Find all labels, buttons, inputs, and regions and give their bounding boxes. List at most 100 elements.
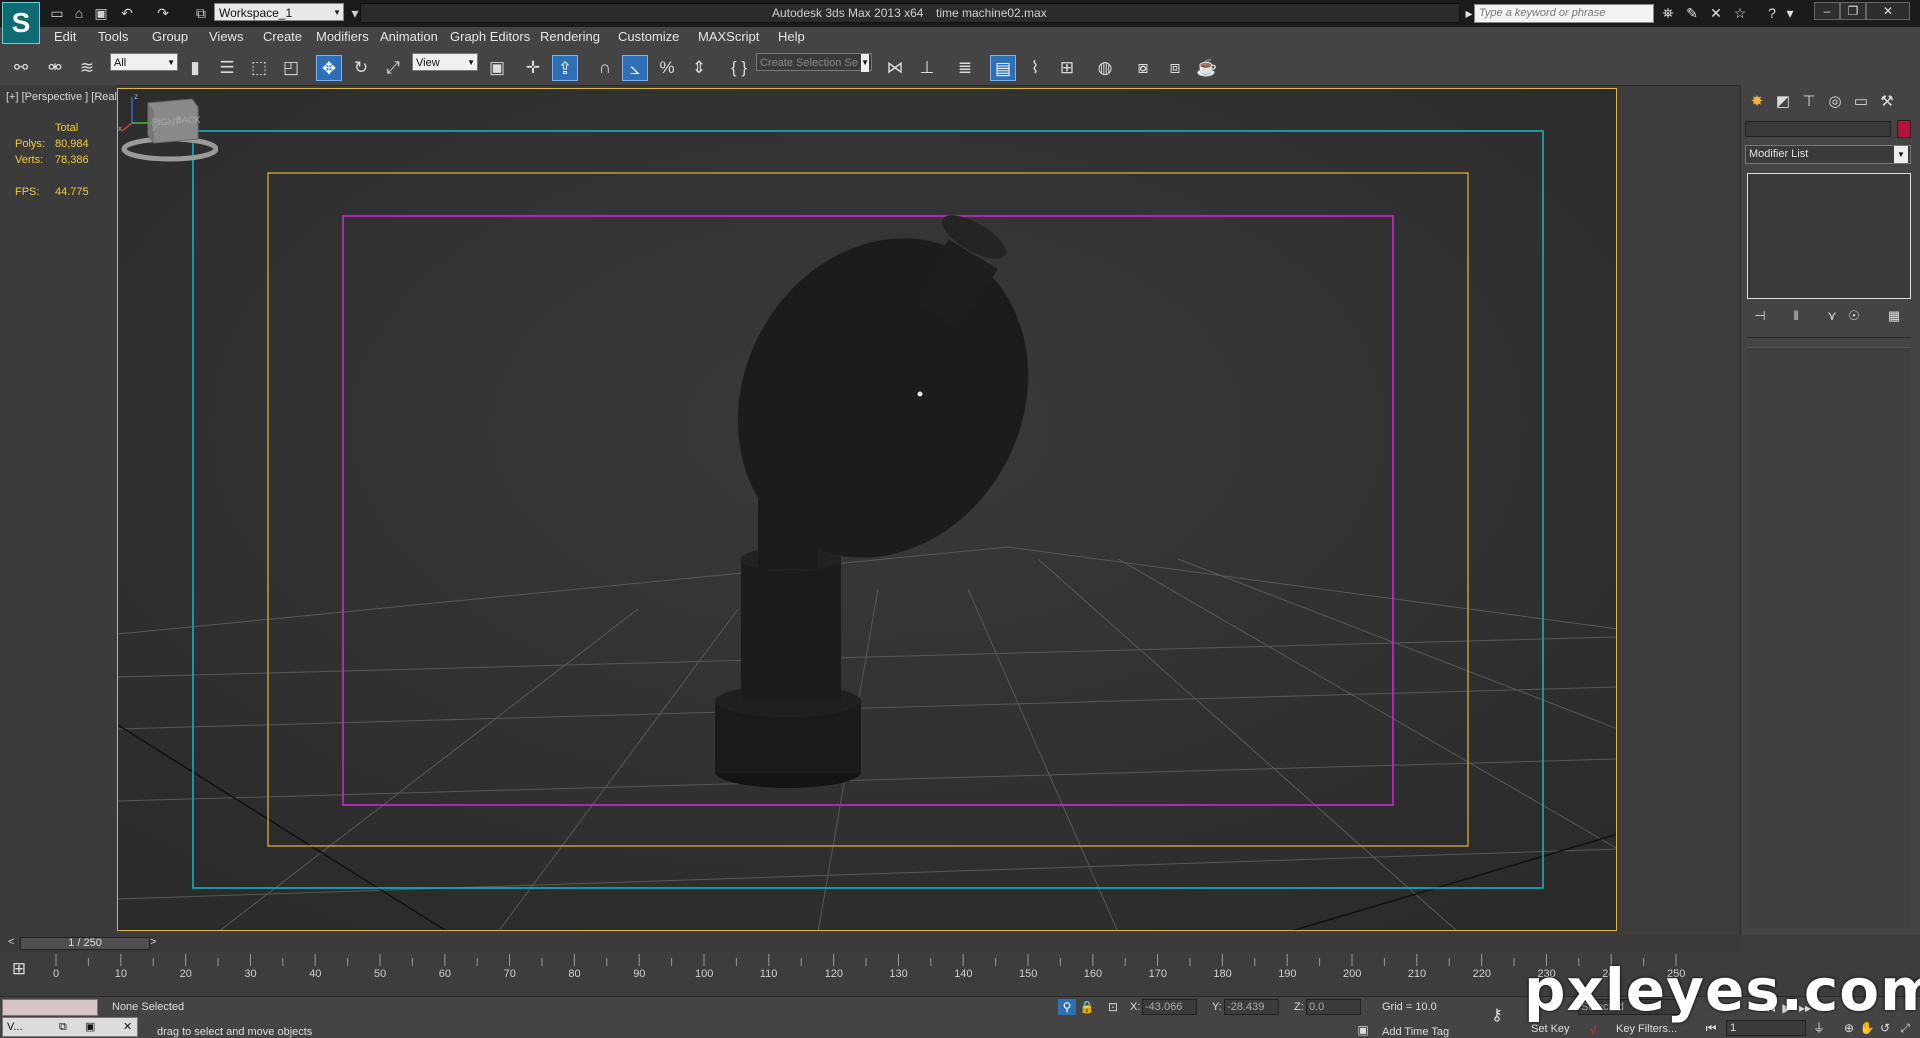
selection-lock-icon[interactable]: 🔒 xyxy=(1078,999,1096,1015)
pin-stack-icon[interactable]: ⊣ xyxy=(1749,307,1771,325)
menu-customize[interactable]: Customize xyxy=(618,29,679,44)
menu-rendering[interactable]: Rendering xyxy=(540,29,600,44)
render-setup-icon[interactable]: ⧇ xyxy=(1130,55,1156,81)
menu-views[interactable]: Views xyxy=(209,29,243,44)
use-pivot-center-icon[interactable]: ▣ xyxy=(484,55,510,81)
maximize-button[interactable]: ❐ xyxy=(1840,2,1866,20)
select-and-rotate-icon[interactable]: ↻ xyxy=(348,55,374,81)
add-time-tag-button[interactable]: Add Time Tag xyxy=(1382,1026,1449,1038)
angle-snap-icon[interactable]: ⦣ xyxy=(622,55,648,81)
bind-space-warp-icon[interactable]: ≋ xyxy=(74,55,100,81)
menu-group[interactable]: Group xyxy=(152,29,188,44)
binoculars-icon[interactable]: ⛯ xyxy=(1658,4,1678,22)
maximize-icon[interactable]: ▣ xyxy=(85,1018,95,1036)
undo-icon[interactable]: ↶ xyxy=(118,4,136,22)
unlink-icon[interactable]: ⚮ xyxy=(42,55,68,81)
workspace-dropdown[interactable]: Workspace_1 ▼ xyxy=(214,3,344,21)
create-tab-icon[interactable]: ✸ xyxy=(1745,91,1769,113)
project-folder-icon[interactable]: ⧉ xyxy=(192,4,210,22)
spinner-snap-icon[interactable]: ⇕ xyxy=(686,55,712,81)
material-editor-icon[interactable]: ◍ xyxy=(1092,55,1118,81)
display-tab-icon[interactable]: ▭ xyxy=(1849,91,1873,113)
time-slider-prev[interactable]: < xyxy=(8,936,14,948)
curve-editor-icon[interactable]: ⌇ xyxy=(1022,55,1048,81)
default-in-out-tangent-icon[interactable]: √ xyxy=(1584,1022,1602,1038)
remove-modifier-icon[interactable]: ☉ xyxy=(1843,307,1865,325)
open-file-icon[interactable]: ⌂ xyxy=(70,4,88,22)
menu-modifiers[interactable]: Modifiers xyxy=(316,29,369,44)
favorites-star-icon[interactable]: ☆ xyxy=(1730,4,1750,22)
window-crossing-icon[interactable]: ◰ xyxy=(278,55,304,81)
mirror-icon[interactable]: ⋈ xyxy=(882,55,908,81)
motion-tab-icon[interactable]: ◎ xyxy=(1823,91,1847,113)
menu-help[interactable]: Help xyxy=(778,29,805,44)
render-production-icon[interactable]: ☕ xyxy=(1194,55,1220,81)
rendered-frame-window-icon[interactable]: ⧈ xyxy=(1162,55,1188,81)
hierarchy-tab-icon[interactable]: ⊤ xyxy=(1797,91,1821,113)
object-name-field[interactable] xyxy=(1745,121,1891,137)
y-coordinate-field[interactable]: -28.439 xyxy=(1224,999,1279,1015)
close-icon[interactable]: ✕ xyxy=(123,1018,132,1036)
snaps-toggle-icon[interactable]: ∩ xyxy=(592,55,618,81)
menu-graph-editors[interactable]: Graph Editors xyxy=(450,29,530,44)
communication-center-icon[interactable]: ✕ xyxy=(1706,4,1726,22)
absolute-relative-toggle-icon[interactable]: ⊡ xyxy=(1104,999,1122,1015)
minimized-window-tab[interactable]: V... ⧉ ▣ ✕ xyxy=(2,1017,138,1037)
utilities-tab-icon[interactable]: ⚒ xyxy=(1875,91,1899,113)
search-input[interactable]: Type a keyword or phrase xyxy=(1474,4,1654,23)
select-and-manipulate-icon[interactable]: ✛ xyxy=(520,55,546,81)
keyboard-shortcut-override-icon[interactable]: ⇪ xyxy=(552,55,578,81)
make-unique-icon[interactable]: ⋎ xyxy=(1821,307,1843,325)
menu-tools[interactable]: Tools xyxy=(98,29,128,44)
subscription-icon[interactable]: ✎ xyxy=(1682,4,1702,22)
align-icon[interactable]: ⊥ xyxy=(914,55,940,81)
save-file-icon[interactable]: ▣ xyxy=(92,4,110,22)
percent-snap-icon[interactable]: % xyxy=(654,55,680,81)
modifier-list-dropdown[interactable]: Modifier List ▼ xyxy=(1745,145,1911,164)
edit-named-selection-icon[interactable]: { } xyxy=(726,55,752,81)
schematic-view-icon[interactable]: ⊞ xyxy=(1054,55,1080,81)
new-file-icon[interactable]: ▭ xyxy=(48,4,66,22)
select-and-move-icon[interactable]: ✥ xyxy=(316,55,342,81)
time-slider-thumb[interactable]: 1 / 250 xyxy=(20,937,150,950)
close-button[interactable]: ✕ xyxy=(1866,2,1910,20)
select-by-name-icon[interactable]: ☰ xyxy=(214,55,240,81)
menu-edit[interactable]: Edit xyxy=(54,29,76,44)
link-icon[interactable]: ⚯ xyxy=(8,55,34,81)
select-and-scale-icon[interactable]: ⤢ xyxy=(380,55,406,81)
configure-modifier-sets-icon[interactable]: ▦ xyxy=(1883,307,1905,325)
show-end-result-icon[interactable]: ‖ xyxy=(1785,307,1807,325)
perspective-viewport[interactable]: RIGHT BACK z y x xyxy=(117,88,1617,931)
open-mini-curve-editor-icon[interactable]: ⊞ xyxy=(6,956,32,982)
rectangle-selection-icon[interactable]: ⬚ xyxy=(246,55,272,81)
set-key-icon[interactable]: ⚷ xyxy=(1488,1008,1506,1024)
time-slider-next[interactable]: > xyxy=(150,936,156,948)
reference-coordinate-dropdown[interactable]: View ▼ xyxy=(412,53,478,71)
graphite-ribbon-icon[interactable]: ▤ xyxy=(990,55,1016,81)
key-filters-button[interactable]: Key Filters... xyxy=(1616,1023,1677,1035)
help-dropdown-icon[interactable]: ▾ xyxy=(1780,4,1800,22)
menu-maxscript[interactable]: MAXScript xyxy=(698,29,759,44)
minimize-button[interactable]: – xyxy=(1814,2,1840,20)
time-slider[interactable]: < > xyxy=(0,935,1740,952)
selection-filter-dropdown[interactable]: All ▼ xyxy=(110,53,178,71)
layer-manager-icon[interactable]: ≣ xyxy=(952,55,978,81)
help-icon[interactable]: ? xyxy=(1762,4,1782,22)
z-coordinate-field[interactable]: 0.0 xyxy=(1306,999,1361,1015)
app-logo[interactable]: S xyxy=(2,2,40,44)
modify-tab-icon[interactable]: ◩ xyxy=(1771,91,1795,113)
select-object-icon[interactable]: ▮ xyxy=(182,55,208,81)
modifier-stack[interactable] xyxy=(1747,173,1911,299)
time-tag-icon[interactable]: ▣ xyxy=(1354,1022,1372,1038)
set-key-button[interactable]: Set Key xyxy=(1531,1023,1570,1035)
maxscript-listener-mini[interactable] xyxy=(2,999,98,1016)
menu-create[interactable]: Create xyxy=(263,29,302,44)
named-selection-set-dropdown[interactable]: Create Selection Se ▼ xyxy=(756,53,872,72)
isolate-selection-icon[interactable]: ⚲ xyxy=(1058,999,1076,1015)
restore-icon[interactable]: ⧉ xyxy=(59,1018,67,1036)
menu-animation[interactable]: Animation xyxy=(380,29,438,44)
x-coordinate-field[interactable]: -43.066 xyxy=(1142,999,1197,1015)
redo-icon[interactable]: ↷ xyxy=(154,4,172,22)
title-bar: ▭ ⌂ ▣ ↶ ↷ ⧉ Workspace_1 ▼ ▾ Autodesk 3ds… xyxy=(0,0,1920,27)
object-color-swatch[interactable] xyxy=(1897,120,1911,138)
